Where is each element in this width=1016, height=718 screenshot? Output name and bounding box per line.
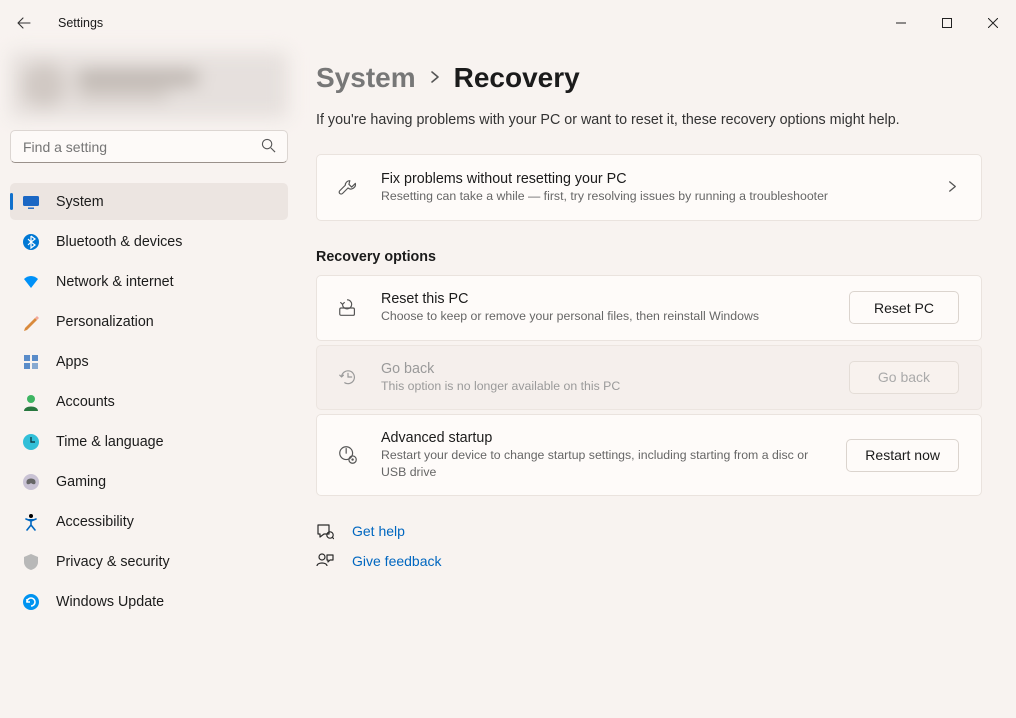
wrench-icon [337, 177, 359, 199]
search-box[interactable] [10, 130, 288, 163]
breadcrumb: System Recovery [316, 62, 982, 94]
avatar [22, 63, 66, 107]
go-back-button: Go back [849, 361, 959, 394]
reset-icon [337, 297, 359, 319]
sidebar-item-system[interactable]: System [10, 183, 288, 220]
sidebar-item-privacy[interactable]: Privacy & security [10, 543, 288, 580]
minimize-button[interactable] [878, 7, 924, 39]
bluetooth-icon [22, 233, 40, 251]
sidebar-item-label: Gaming [56, 474, 106, 490]
network-icon [22, 273, 40, 291]
privacy-icon [22, 553, 40, 571]
apps-icon [22, 353, 40, 371]
sidebar-item-label: Accounts [56, 394, 115, 410]
main-content: System Recovery If you're having problem… [298, 46, 1016, 718]
account-block[interactable] [10, 52, 288, 118]
sidebar-item-personalization[interactable]: Personalization [10, 303, 288, 340]
feedback-icon [316, 552, 334, 570]
card-subtitle: Choose to keep or remove your personal f… [381, 308, 827, 325]
account-name-redacted [78, 71, 198, 85]
intro-text: If you're having problems with your PC o… [316, 112, 982, 128]
sidebar-item-label: Network & internet [56, 274, 174, 290]
sidebar-item-update[interactable]: Windows Update [10, 583, 288, 620]
sidebar-item-label: Time & language [56, 434, 164, 450]
sidebar-item-accounts[interactable]: Accounts [10, 383, 288, 420]
maximize-button[interactable] [924, 7, 970, 39]
sidebar-item-label: Privacy & security [56, 554, 170, 570]
reset-pc-button[interactable]: Reset PC [849, 291, 959, 324]
close-icon [988, 18, 998, 28]
personalization-icon [22, 313, 40, 331]
titlebar: Settings [0, 0, 1016, 46]
help-text: Get help [352, 523, 405, 539]
system-icon [22, 193, 40, 211]
chevron-right-icon [946, 180, 959, 196]
sidebar-item-label: Personalization [56, 314, 154, 330]
sidebar-item-bluetooth[interactable]: Bluetooth & devices [10, 223, 288, 260]
minimize-icon [896, 18, 906, 28]
breadcrumb-parent[interactable]: System [316, 62, 416, 94]
card-title: Fix problems without resetting your PC [381, 171, 924, 187]
troubleshoot-card[interactable]: Fix problems without resetting your PC R… [316, 154, 982, 221]
sidebar: System Bluetooth & devices Network & int… [0, 46, 298, 718]
sidebar-item-network[interactable]: Network & internet [10, 263, 288, 300]
search-icon [261, 138, 276, 156]
breadcrumb-page: Recovery [454, 62, 580, 94]
back-button[interactable] [10, 9, 38, 37]
gaming-icon [22, 473, 40, 491]
update-icon [22, 593, 40, 611]
get-help-link[interactable]: Get help [316, 522, 982, 540]
maximize-icon [942, 18, 952, 28]
search-input[interactable] [10, 130, 288, 163]
chevron-right-icon [428, 70, 442, 87]
sidebar-item-gaming[interactable]: Gaming [10, 463, 288, 500]
sidebar-item-label: Accessibility [56, 514, 134, 530]
card-title: Reset this PC [381, 291, 827, 307]
card-subtitle: Restart your device to change startup se… [381, 447, 821, 480]
time-icon [22, 433, 40, 451]
give-feedback-link[interactable]: Give feedback [316, 552, 982, 570]
advanced-startup-card: Advanced startup Restart your device to … [316, 414, 982, 496]
account-email-redacted [78, 89, 168, 99]
feedback-text: Give feedback [352, 553, 442, 569]
card-subtitle: Resetting can take a while — first, try … [381, 188, 924, 205]
help-links: Get help Give feedback [316, 522, 982, 570]
window-title: Settings [58, 16, 103, 30]
sidebar-item-label: Apps [56, 354, 89, 370]
close-button[interactable] [970, 7, 1016, 39]
accounts-icon [22, 393, 40, 411]
power-gear-icon [337, 444, 359, 466]
card-title: Go back [381, 361, 827, 377]
sidebar-item-apps[interactable]: Apps [10, 343, 288, 380]
card-subtitle: This option is no longer available on th… [381, 378, 827, 395]
go-back-card: Go back This option is no longer availab… [316, 345, 982, 411]
sidebar-item-label: Windows Update [56, 594, 164, 610]
sidebar-item-accessibility[interactable]: Accessibility [10, 503, 288, 540]
help-icon [316, 522, 334, 540]
window-controls [878, 7, 1016, 39]
back-arrow-icon [16, 15, 32, 31]
accessibility-icon [22, 513, 40, 531]
sidebar-item-label: System [56, 194, 104, 210]
history-icon [337, 366, 359, 388]
nav-list: System Bluetooth & devices Network & int… [10, 183, 288, 620]
section-title: Recovery options [316, 249, 982, 265]
sidebar-item-label: Bluetooth & devices [56, 234, 182, 250]
card-title: Advanced startup [381, 430, 824, 446]
sidebar-item-time[interactable]: Time & language [10, 423, 288, 460]
restart-now-button[interactable]: Restart now [846, 439, 959, 472]
reset-pc-card: Reset this PC Choose to keep or remove y… [316, 275, 982, 341]
